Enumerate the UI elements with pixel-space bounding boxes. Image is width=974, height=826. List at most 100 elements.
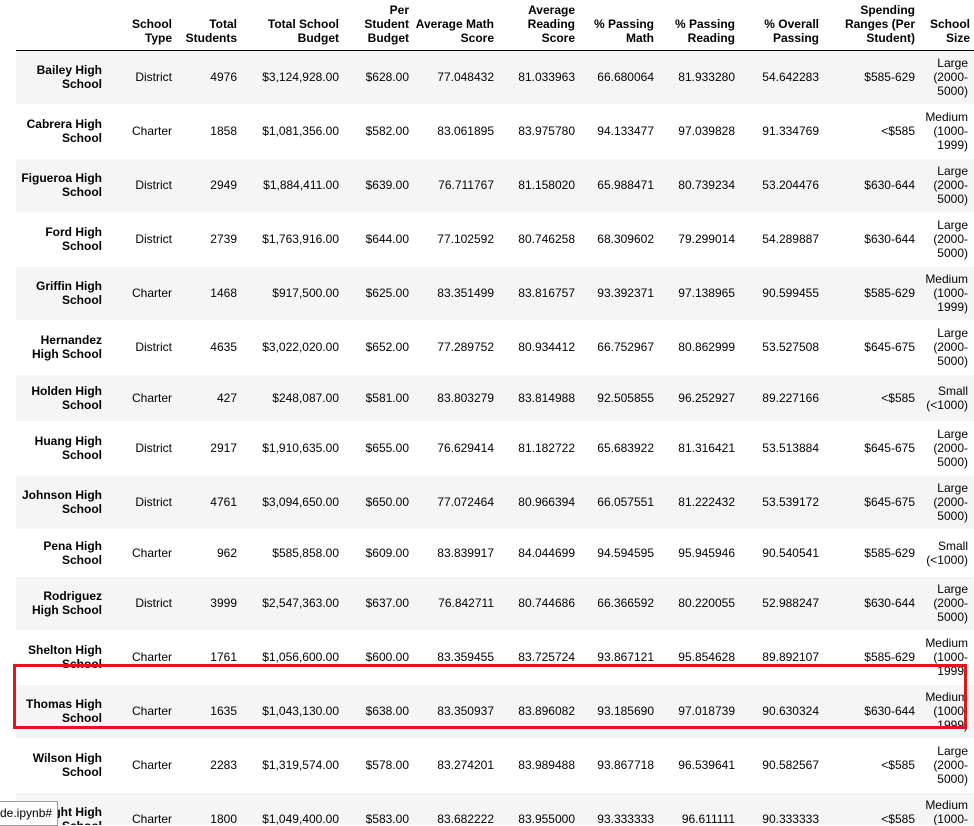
pass-reading-cell: 80.220055 — [678, 596, 735, 610]
school-type-cell: Charter — [131, 390, 172, 405]
overall-passing-cell: 53.204476 — [762, 178, 819, 192]
school-size-cell: Large (2000-5000) — [933, 164, 968, 206]
total-budget-cell: $1,319,574.00 — [262, 758, 339, 772]
per-student-budget-cell: $638.00 — [365, 704, 409, 718]
avg-math-score-cell: 83.803279 — [437, 390, 494, 405]
notebook-tab[interactable]: de.ipynb# — [0, 801, 59, 826]
school-name-cell: Rodriguez High School — [32, 589, 102, 617]
school-size-cell: Medium (1000-1999) — [925, 636, 968, 678]
pass-reading-cell: 79.299014 — [678, 232, 735, 246]
avg-math-score-cell: 83.682222 — [437, 812, 494, 825]
pass-reading-cell: 80.739234 — [678, 178, 735, 192]
pass-math-cell: 93.867718 — [597, 758, 654, 772]
pass-math-cell: 66.680064 — [597, 70, 654, 84]
table-body: Bailey High School District 4976 $3,124,928… — [16, 50, 974, 825]
total-students-cell: 1761 — [210, 650, 237, 664]
total-students-cell: 2739 — [210, 232, 237, 246]
total-budget-cell: $1,910,635.00 — [262, 441, 339, 455]
avg-math-score-cell: 83.359455 — [437, 650, 494, 664]
avg-reading-score-cell: 83.725724 — [518, 650, 575, 664]
spending-range-cell: $645-675 — [864, 495, 915, 509]
avg-math-score-cell: 83.274201 — [437, 758, 494, 772]
overall-passing-cell: 52.988247 — [762, 596, 819, 610]
school-name-cell: Wilson High School — [32, 751, 102, 779]
table-row: Bailey High School District 4976 $3,124,928… — [16, 50, 974, 104]
avg-reading-score-cell: 80.746258 — [518, 232, 575, 246]
pass-reading-cell: 95.854628 — [678, 650, 735, 664]
pass-reading-cell: 81.933280 — [678, 70, 735, 84]
school-type-cell: Charter — [131, 758, 172, 772]
overall-passing-cell: 90.333333 — [762, 812, 819, 825]
school-size-cell: Medium (1000-1999) — [925, 272, 968, 314]
school-size-cell: Medium (1000-1999) — [925, 110, 968, 152]
spending-range-cell: $630-644 — [864, 178, 915, 192]
pass-math-cell: 94.594595 — [597, 545, 654, 560]
avg-reading-score-cell: 83.955000 — [518, 812, 575, 825]
school-type-cell: Charter — [131, 124, 172, 138]
header-overall-passing: % Overall Passing — [739, 0, 823, 51]
overall-passing-cell: 53.513884 — [762, 441, 819, 455]
table-row: Wilson High School Charter 2283 $1,319,574.… — [16, 738, 974, 792]
pass-reading-cell: 96.611111 — [681, 812, 735, 825]
avg-math-score-cell: 76.629414 — [437, 441, 494, 455]
total-budget-cell: $1,056,600.00 — [262, 650, 339, 664]
school-name-cell: Ford High School — [45, 225, 102, 253]
total-budget-cell: $1,763,916.00 — [262, 232, 339, 246]
table-row: Huang High School District 2917 $1,910,635.… — [16, 421, 974, 475]
school-size-cell: Medium (1000-1999) — [925, 798, 968, 825]
school-type-cell: Charter — [131, 650, 172, 664]
spending-range-cell: $630-644 — [864, 704, 915, 718]
pass-math-cell: 94.133477 — [597, 124, 654, 138]
spending-range-cell: $630-644 — [864, 596, 915, 610]
table-row: Johnson High School District 4761 $3,094,65… — [16, 475, 974, 529]
avg-reading-score-cell: 83.896082 — [518, 704, 575, 718]
header-pass-math: % Passing Math — [579, 0, 658, 51]
avg-math-score-cell: 83.351499 — [437, 286, 494, 300]
per-student-budget-cell: $578.00 — [365, 758, 409, 772]
pass-reading-cell: 97.018739 — [678, 704, 735, 718]
pass-math-cell: 93.333333 — [597, 812, 654, 825]
school-name-cell: Holden High School — [31, 383, 102, 412]
total-students-cell: 4761 — [210, 495, 237, 509]
avg-math-score-cell: 83.839917 — [437, 545, 494, 560]
total-students-cell: 2949 — [210, 178, 237, 192]
pass-math-cell: 66.752967 — [597, 340, 654, 354]
pass-math-cell: 66.057551 — [597, 495, 654, 509]
per-student-budget-cell: $600.00 — [365, 650, 409, 664]
pass-reading-cell: 80.862999 — [678, 340, 735, 354]
overall-passing-cell: 90.599455 — [762, 286, 819, 300]
school-type-cell: District — [135, 340, 172, 354]
school-summary-table: School Type Total Students Total School … — [16, 0, 974, 825]
table-row: Pena High School Charter 962 $585,858.00 $60… — [16, 529, 974, 576]
pass-math-cell: 93.867121 — [597, 650, 654, 664]
spending-range-cell: $630-644 — [864, 232, 915, 246]
per-student-budget-cell: $655.00 — [365, 441, 409, 455]
avg-math-score-cell: 76.711767 — [438, 178, 494, 192]
spending-range-cell: $585-629 — [864, 70, 915, 84]
avg-math-score-cell: 83.350937 — [437, 704, 494, 718]
spending-range-cell: $585-629 — [864, 286, 915, 300]
school-size-cell: Large (2000-5000) — [933, 744, 968, 786]
total-students-cell: 2283 — [210, 758, 237, 772]
spending-range-cell: <$585 — [881, 390, 915, 405]
avg-reading-score-cell: 83.989488 — [518, 758, 575, 772]
per-student-budget-cell: $652.00 — [365, 340, 409, 354]
spending-range-cell: $645-675 — [864, 441, 915, 455]
pass-reading-cell: 97.138965 — [678, 286, 735, 300]
school-type-cell: Charter — [131, 704, 172, 718]
table-row: Thomas High School Charter 1635 $1,043,130.… — [16, 684, 974, 738]
school-type-cell: District — [135, 441, 172, 455]
school-type-cell: Charter — [131, 286, 172, 300]
school-type-cell: District — [135, 596, 172, 610]
overall-passing-cell: 89.892107 — [762, 650, 819, 664]
school-name-cell: Huang High School — [34, 434, 102, 462]
avg-reading-score-cell: 84.044699 — [518, 545, 575, 560]
avg-math-score-cell: 77.072464 — [437, 495, 494, 509]
school-type-cell: Charter — [131, 812, 172, 825]
school-name-cell: Griffin High School — [36, 279, 102, 307]
total-students-cell: 4635 — [210, 340, 237, 354]
overall-passing-cell: 54.289887 — [762, 232, 819, 246]
pass-math-cell: 93.185690 — [597, 704, 654, 718]
school-size-cell: Large (2000-5000) — [933, 326, 968, 368]
pass-math-cell: 92.505855 — [597, 390, 654, 405]
